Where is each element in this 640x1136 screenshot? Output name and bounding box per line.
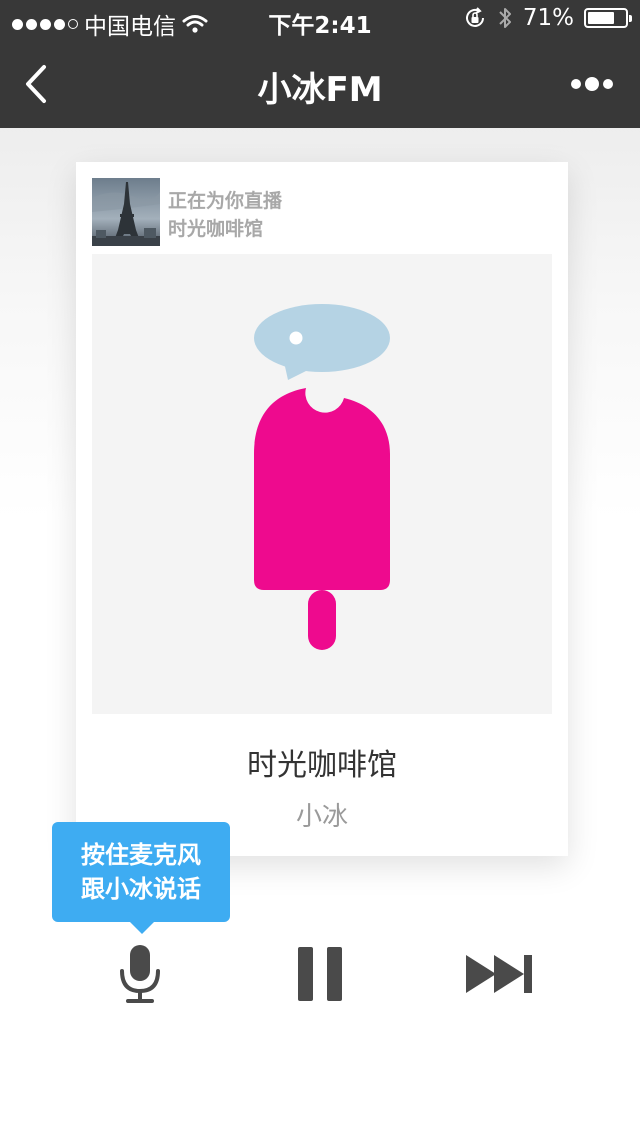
status-right: 71% [463,5,632,31]
now-playing-card: 正在为你直播 时光咖啡馆 时光咖啡馆 小冰 [76,162,568,856]
page-title: 小冰FM [257,70,383,110]
battery-percent: 71% [522,5,574,31]
next-track-button[interactable] [455,938,545,1010]
status-bar: 中国电信 下午2:41 71% [0,0,640,40]
battery-icon [584,8,632,28]
nav-bar: 小冰FM [0,40,640,128]
song-title: 时光咖啡馆 [247,748,397,783]
pause-icon [298,947,342,1001]
live-status-label: 正在为你直播 [168,190,283,212]
tooltip-line-2: 跟小冰说话 [81,875,201,903]
mic-hint-tooltip: 按住麦克风 跟小冰说话 [52,822,230,934]
album-artwork [92,254,552,714]
bluetooth-icon [499,8,511,28]
more-dots-icon [571,77,613,91]
microphone-icon [120,945,160,1003]
station-name: 时光咖啡馆 [168,218,264,240]
microphone-button[interactable] [95,938,185,1010]
station-thumbnail[interactable] [92,178,160,246]
pause-button[interactable] [275,938,365,1010]
popsicle-mascot-illustration [254,304,390,650]
more-button[interactable] [568,70,620,98]
eiffel-tower-image [92,178,160,246]
tooltip-arrow [130,922,154,934]
orientation-lock-icon [465,7,484,27]
tooltip-line-1: 按住麦克风 [81,841,201,869]
skip-next-icon [466,955,532,993]
